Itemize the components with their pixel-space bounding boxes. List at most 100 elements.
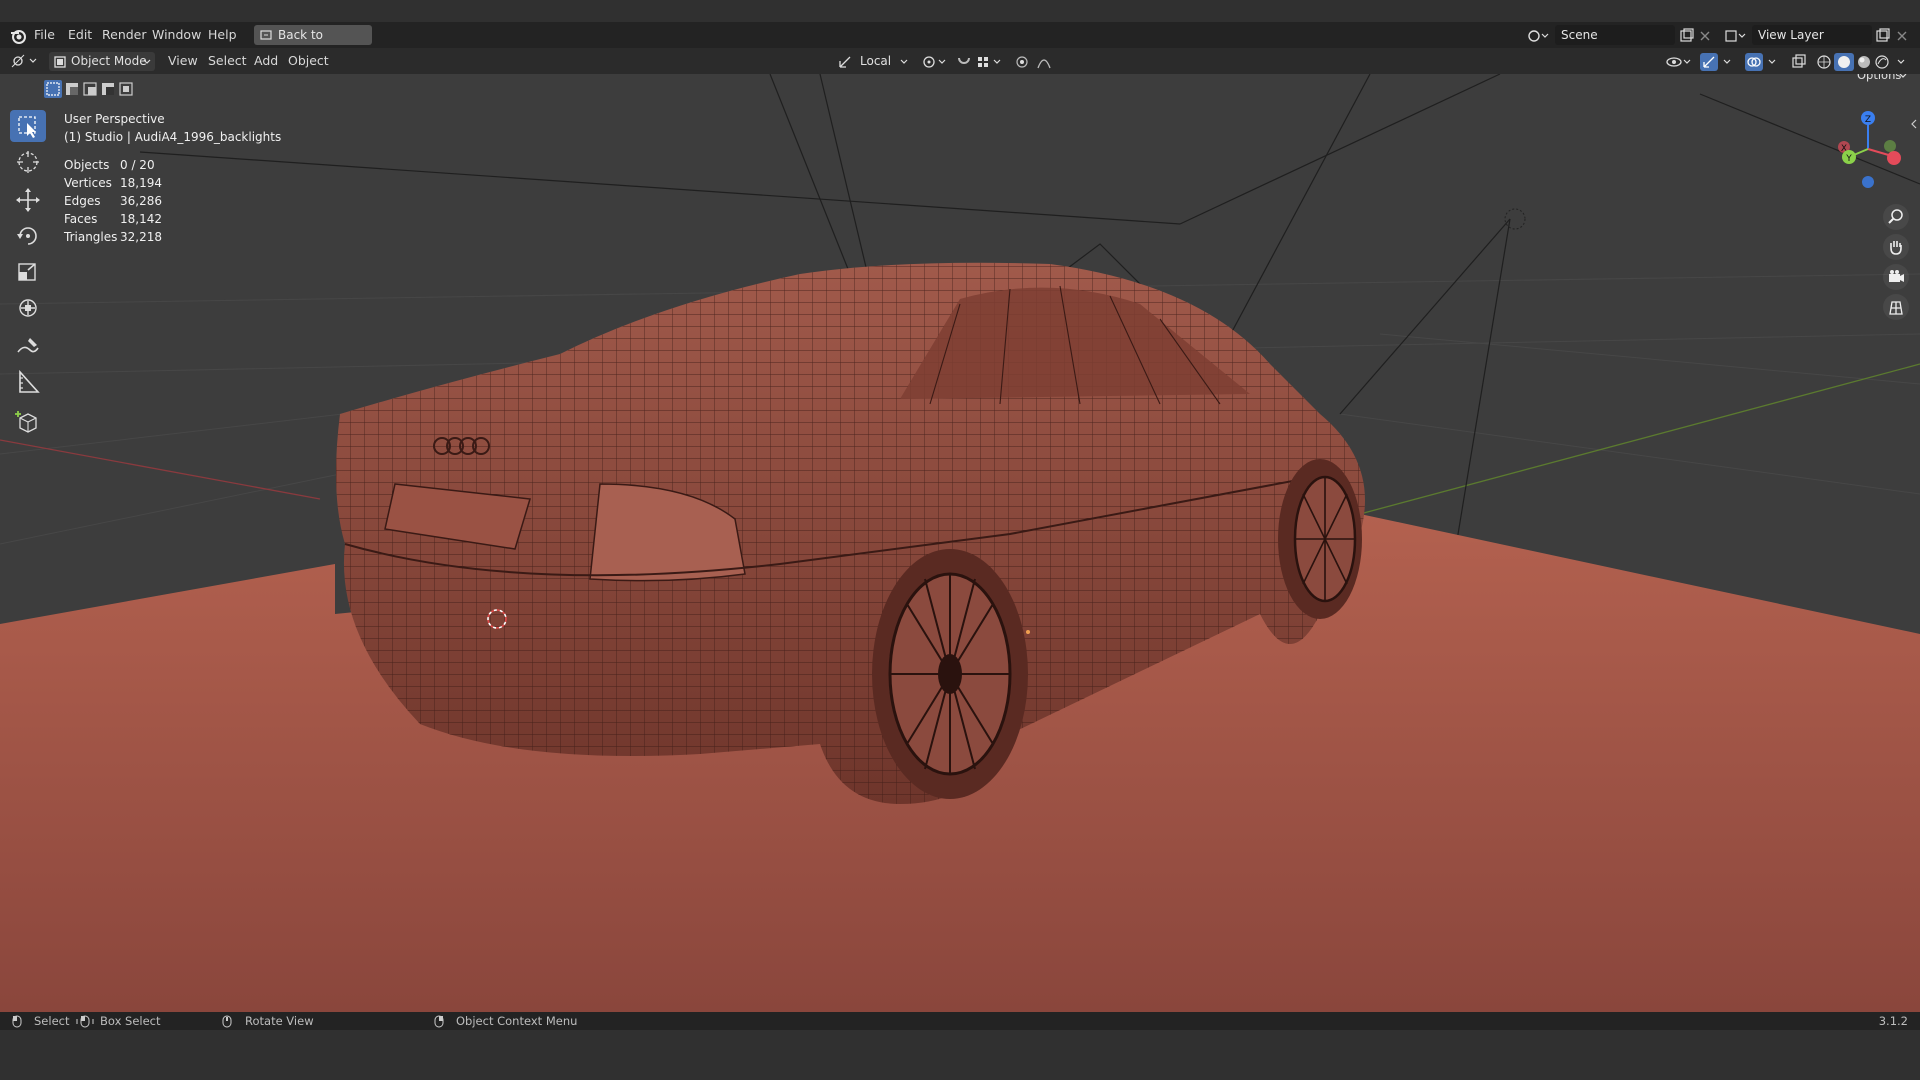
visibility-icon[interactable] xyxy=(1666,54,1692,70)
object-mode-icon xyxy=(54,56,66,68)
measure-icon xyxy=(19,369,40,393)
menu-edit[interactable]: Edit xyxy=(68,22,92,48)
stat-label: Edges xyxy=(64,194,101,208)
options-dropdown[interactable]: Options xyxy=(1851,74,1909,85)
selection-mode-icons[interactable] xyxy=(44,80,140,98)
orientation-icon xyxy=(839,56,851,68)
pivot-point-icon[interactable] xyxy=(922,55,948,69)
proportional-editing-icon[interactable] xyxy=(1014,54,1064,70)
back-to-previous-button[interactable]: Back to Previous xyxy=(254,25,372,62)
select-box-icon xyxy=(18,116,36,138)
scene-render xyxy=(0,74,1920,1012)
3d-viewport[interactable]: User Perspective (1) Studio | AudiA4_199… xyxy=(0,74,1920,1012)
stat-value: 36,286 xyxy=(120,194,162,208)
status-select: Select xyxy=(34,1014,70,1028)
stat-value: 0 / 20 xyxy=(120,158,155,172)
stat-label: Objects xyxy=(64,158,110,172)
scene-name: Scene xyxy=(1561,28,1598,42)
view-layer-icon[interactable] xyxy=(1724,28,1746,44)
transform-icon xyxy=(19,299,37,317)
mouse-drag-icon xyxy=(76,1015,94,1028)
front-wheel xyxy=(1278,459,1362,619)
tool-scale[interactable] xyxy=(10,256,46,288)
grid-icon xyxy=(1889,301,1903,315)
header-menu-view[interactable]: View xyxy=(168,48,198,74)
orientation-label: Local xyxy=(860,54,892,68)
shading-modes-icon[interactable] xyxy=(1814,53,1910,71)
tool-transform[interactable] xyxy=(10,292,46,324)
active-object-name: (1) Studio | AudiA4_1996_backlights xyxy=(64,130,282,144)
zoom-view-button[interactable] xyxy=(1883,204,1909,230)
gizmo-y-label: Y xyxy=(1845,154,1852,164)
status-box-select: Box Select xyxy=(100,1014,161,1028)
scene-name-field[interactable]: Scene xyxy=(1555,25,1675,45)
menu-file[interactable]: File xyxy=(34,22,55,48)
header-menu-add[interactable]: Add xyxy=(254,48,278,74)
menu-help[interactable]: Help xyxy=(208,22,237,48)
move-icon xyxy=(16,188,40,212)
mode-label: Object Mode xyxy=(71,54,147,68)
stat-label: Faces xyxy=(64,212,98,226)
transform-orientation-selector[interactable]: Local xyxy=(836,52,912,71)
rotate-icon xyxy=(17,227,37,245)
pan-view-button[interactable] xyxy=(1883,234,1909,260)
rear-wheel xyxy=(872,549,1028,799)
tool-rotate[interactable] xyxy=(10,220,46,252)
stat-value: 18,194 xyxy=(120,176,162,190)
mouse-middle-icon xyxy=(222,1015,232,1028)
bottom-letterbox xyxy=(0,1030,1920,1080)
camera-icon xyxy=(1889,270,1904,282)
scale-icon xyxy=(18,263,36,281)
snap-icon[interactable] xyxy=(956,54,1004,70)
mouse-left-icon xyxy=(12,1015,22,1028)
navigation-gizmo[interactable]: Z X Y xyxy=(1822,104,1902,204)
gizmo-toggle-icon[interactable] xyxy=(1700,53,1734,71)
version-label: 3.1.2 xyxy=(1878,1014,1908,1028)
mouse-right-icon xyxy=(434,1015,444,1028)
chevron-down-icon xyxy=(143,59,151,64)
scene-icon[interactable] xyxy=(1527,28,1549,44)
tool-move[interactable] xyxy=(10,184,46,216)
view-name: User Perspective xyxy=(64,112,165,126)
header-menu-object[interactable]: Object xyxy=(288,48,329,74)
sidebar-toggle-icon[interactable] xyxy=(1910,119,1918,129)
header-menu-select[interactable]: Select xyxy=(208,48,247,74)
hand-icon xyxy=(1890,241,1902,255)
gizmo-z-label: Z xyxy=(1865,115,1871,125)
status-bar: Select Box Select Rotate View Object Con… xyxy=(0,1012,1920,1030)
stat-label: Triangles xyxy=(64,230,118,244)
annotate-icon xyxy=(17,338,39,353)
options-label: Options xyxy=(1857,74,1902,82)
editor-type-icon[interactable] xyxy=(10,53,40,69)
menu-render[interactable]: Render xyxy=(102,22,147,48)
xray-toggle-icon[interactable] xyxy=(1791,54,1807,70)
camera-view-button[interactable] xyxy=(1883,264,1909,290)
chevron-down-icon xyxy=(1899,74,1907,78)
stat-label: Vertices xyxy=(64,176,112,190)
stat-value: 32,218 xyxy=(120,230,162,244)
ortho-toggle-button[interactable] xyxy=(1883,294,1909,320)
blender-logo-icon[interactable] xyxy=(9,27,27,45)
status-context-menu: Object Context Menu xyxy=(456,1014,578,1028)
view-layer-field[interactable]: View Layer xyxy=(1752,25,1872,45)
window-title-strip xyxy=(0,0,1920,22)
new-view-layer-icon[interactable] xyxy=(1875,28,1891,44)
mode-selector[interactable]: Object Mode xyxy=(49,52,155,71)
add-cube-icon xyxy=(15,411,37,433)
menu-window[interactable]: Window xyxy=(152,22,201,48)
tool-add-cube[interactable] xyxy=(10,406,46,438)
tool-annotate[interactable] xyxy=(10,330,46,362)
tool-measure[interactable] xyxy=(10,366,46,398)
chevron-down-icon xyxy=(900,59,908,64)
stat-value: 18,142 xyxy=(120,212,162,226)
tool-select-box[interactable] xyxy=(10,110,46,142)
cursor-icon xyxy=(17,151,39,173)
status-rotate-view: Rotate View xyxy=(245,1014,314,1028)
overlays-toggle-icon[interactable] xyxy=(1745,53,1779,71)
tool-cursor[interactable] xyxy=(10,146,46,178)
close-view-layer-icon[interactable] xyxy=(1896,30,1908,42)
new-scene-icon[interactable] xyxy=(1679,28,1695,44)
close-scene-icon[interactable] xyxy=(1699,30,1711,42)
zoom-icon xyxy=(1888,209,1903,224)
view-layer-name: View Layer xyxy=(1758,28,1824,42)
